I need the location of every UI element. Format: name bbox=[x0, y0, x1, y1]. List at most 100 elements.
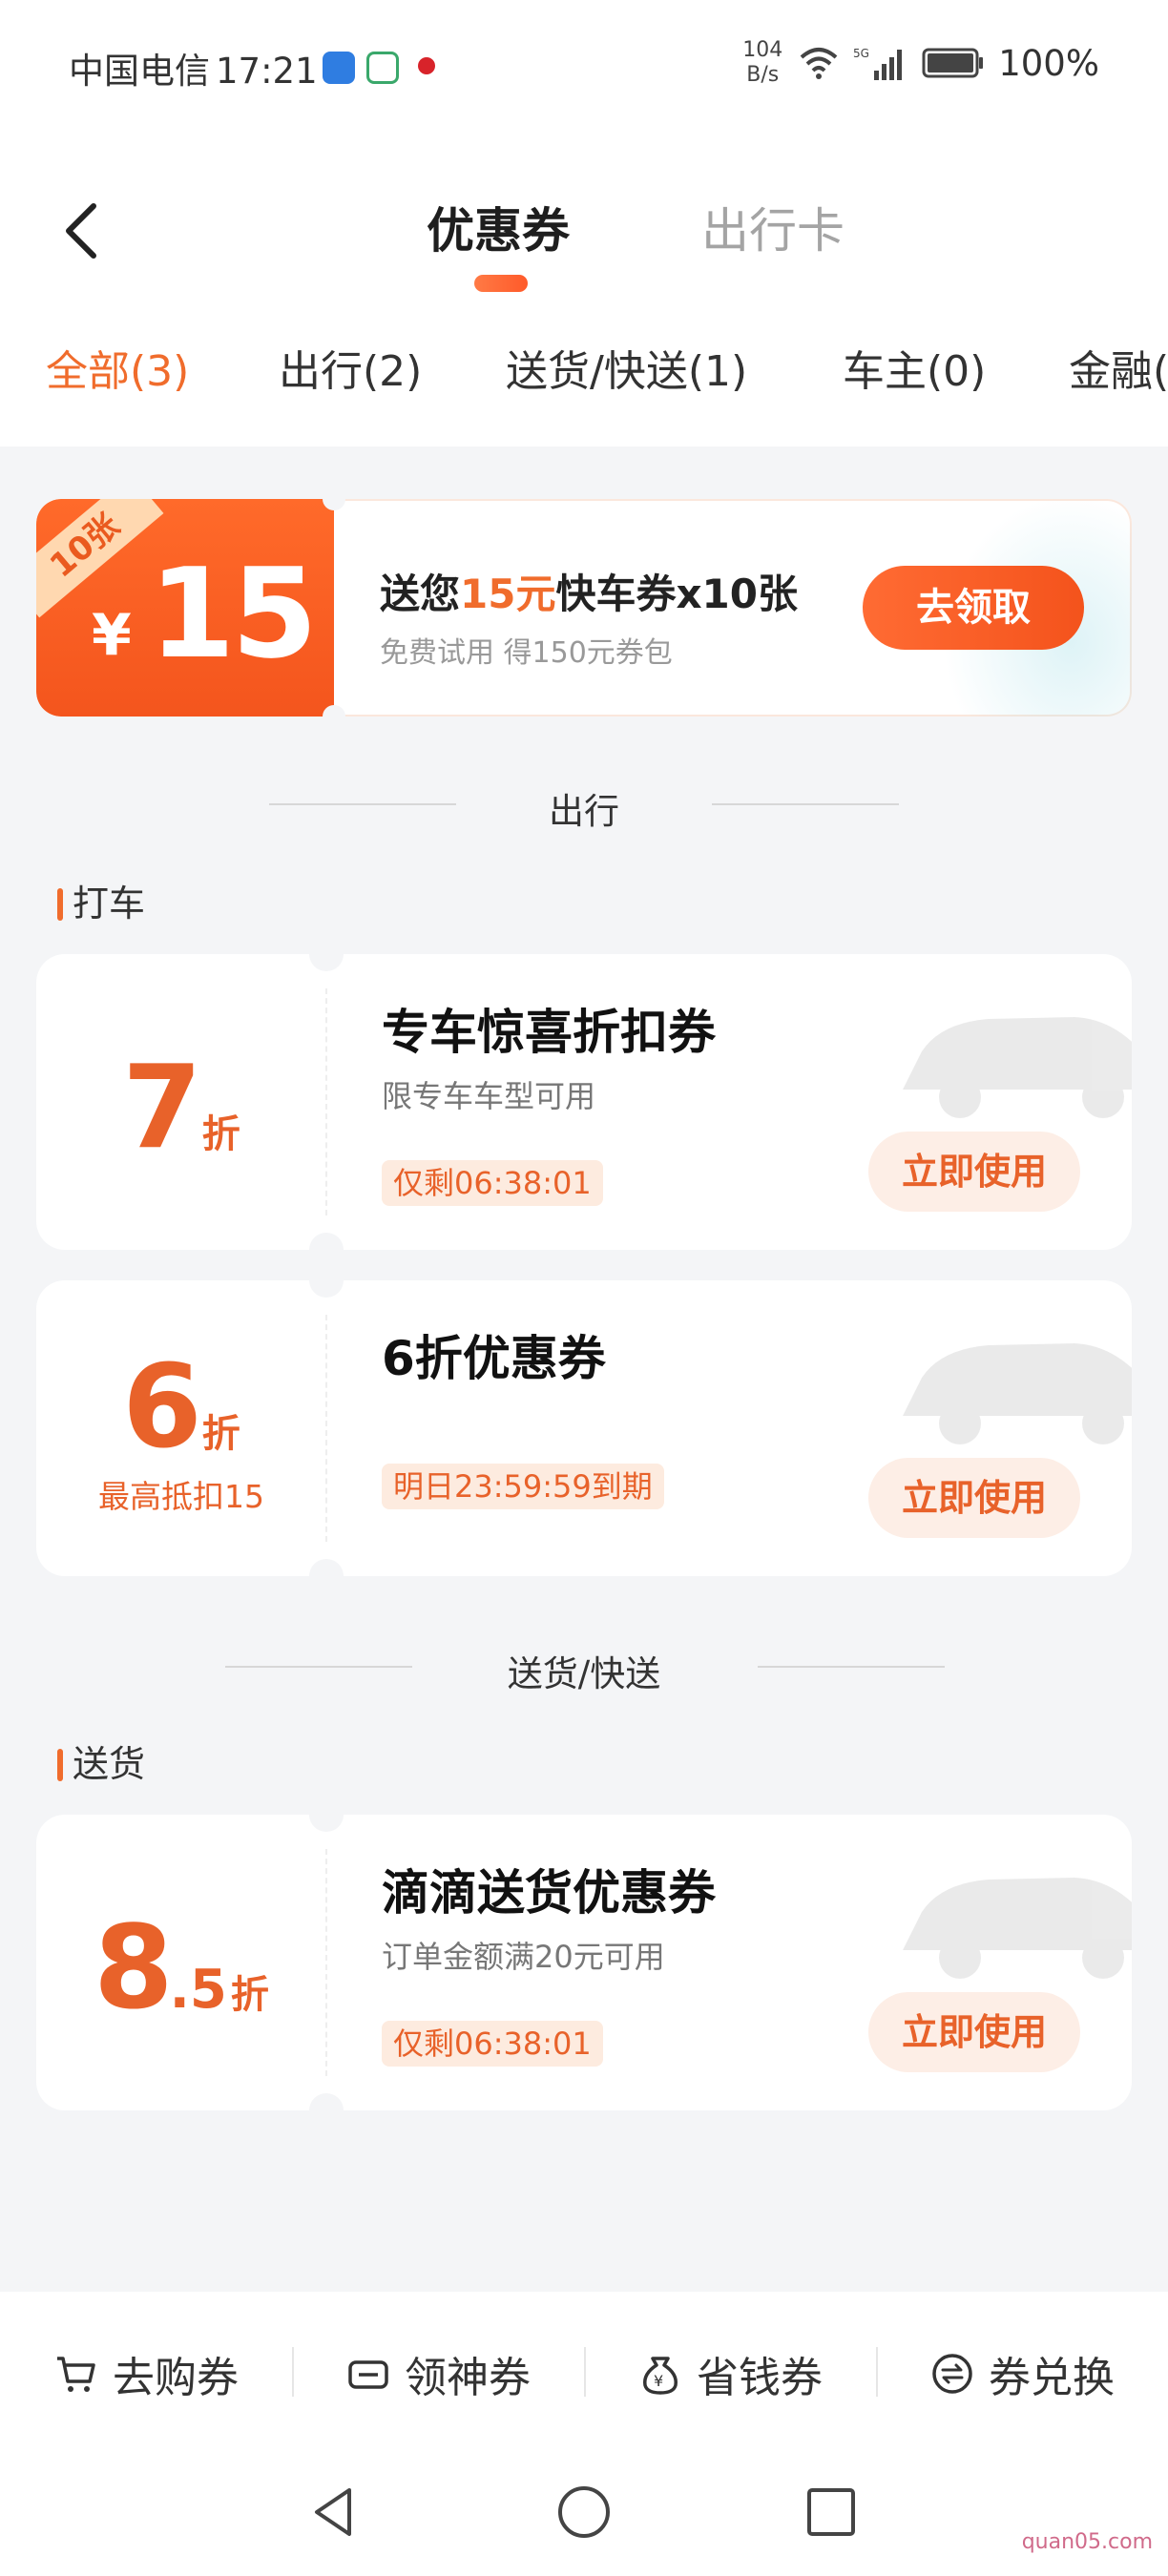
battery-icon bbox=[922, 48, 984, 78]
coupon-discount: 6折 bbox=[36, 1341, 326, 1474]
header: 优惠券 出行卡 bbox=[0, 172, 1168, 305]
notification-home-icon bbox=[366, 52, 399, 84]
coupon-max-deduction: 最高抵扣15 bbox=[98, 1478, 264, 1515]
use-now-button[interactable]: 立即使用 bbox=[868, 1458, 1080, 1538]
carrier-name: 中国电信 bbox=[69, 51, 210, 92]
exchange-icon bbox=[932, 2354, 972, 2394]
recents-nav-icon[interactable] bbox=[798, 2479, 865, 2545]
coupon-card[interactable]: 7折 专车惊喜折扣券 限专车车型可用 仅剩06:38:01 立即使用 bbox=[36, 954, 1132, 1250]
subheader-label: 送货 bbox=[73, 1743, 146, 1785]
category-tab-travel[interactable]: 出行(2) bbox=[279, 337, 422, 398]
network-speed-unit: B/s bbox=[746, 63, 780, 87]
coupon-card[interactable]: 6折 最高抵扣15 6折优惠券 明日23:59:59到期 立即使用 bbox=[36, 1280, 1132, 1576]
bottom-item-label: 去购券 bbox=[113, 2354, 239, 2402]
coupon-description: 限专车车型可用 bbox=[382, 1078, 596, 1114]
use-now-button[interactable]: 立即使用 bbox=[868, 1132, 1080, 1212]
coupon-card[interactable]: 8.5 折 滴滴送货优惠券 订单金额满20元可用 仅剩06:38:01 立即使用 bbox=[36, 1815, 1132, 2110]
coupon-notch bbox=[309, 1280, 344, 1298]
subheader-delivery: 送货 bbox=[57, 1735, 145, 1787]
status-app-icons bbox=[323, 52, 443, 84]
site-watermark: quan05.com bbox=[1021, 2530, 1153, 2554]
get-super-coupons-button[interactable]: 领神券 bbox=[345, 2343, 531, 2404]
coupon-notch bbox=[309, 2093, 344, 2110]
promo-amount: 15 bbox=[149, 541, 318, 686]
coupon-expiry-tag: 仅剩06:38:01 bbox=[382, 1160, 603, 1206]
coupon-discount: 8.5 折 bbox=[36, 1902, 326, 2035]
save-money-coupons-button[interactable]: ¥ 省钱券 bbox=[637, 2343, 823, 2404]
status-bar: 中国电信 17:21 104 B/s 5G 100% bbox=[0, 0, 1168, 134]
bottom-item-label: 领神券 bbox=[405, 2354, 531, 2402]
coupon-notch bbox=[309, 1815, 344, 1832]
bottom-item-label: 省钱券 bbox=[697, 2354, 823, 2402]
network-speed: 104 B/s bbox=[740, 38, 784, 88]
signal-icon: 5G bbox=[853, 47, 903, 80]
promo-currency: ¥ bbox=[92, 602, 132, 669]
coupon-discount: 7折 bbox=[36, 1042, 326, 1174]
car-watermark-icon bbox=[903, 1343, 1132, 1444]
promo-value-panel: 10张 ¥ 15 bbox=[36, 499, 334, 717]
coupon-notch bbox=[309, 1233, 344, 1250]
discount-unit: 折 bbox=[201, 1112, 240, 1156]
car-watermark-icon bbox=[903, 1878, 1132, 1979]
promo-title: 送您15元快车券x10张 bbox=[380, 562, 798, 620]
tab-coupons[interactable]: 优惠券 bbox=[427, 193, 570, 261]
section-title: 出行 bbox=[549, 791, 619, 832]
promo-title-prefix: 送您 bbox=[380, 571, 461, 617]
back-arrow-icon[interactable] bbox=[59, 200, 103, 261]
promo-title-suffix: 快车券x10张 bbox=[555, 571, 799, 617]
subheader-label: 打车 bbox=[73, 883, 146, 924]
category-tab-all[interactable]: 全部(3) bbox=[46, 337, 189, 398]
subheader-bar bbox=[57, 888, 63, 921]
car-watermark-icon bbox=[903, 1017, 1132, 1118]
subheader-taxi: 打车 bbox=[57, 874, 145, 926]
wifi-icon bbox=[800, 48, 838, 79]
bottom-item-label: 券兑换 bbox=[989, 2354, 1115, 2402]
promo-ribbon: 10张 bbox=[36, 499, 164, 618]
network-speed-value: 104 bbox=[742, 38, 783, 62]
discount-value: 7 bbox=[122, 1042, 201, 1174]
coupon-expiry-tag: 明日23:59:59到期 bbox=[382, 1464, 664, 1509]
redeem-coupon-button[interactable]: 券兑换 bbox=[929, 2343, 1115, 2404]
promo-subtitle: 免费试用 得150元券包 bbox=[380, 636, 673, 670]
discount-unit: 折 bbox=[230, 1973, 269, 2017]
promo-banner[interactable]: 10张 ¥ 15 送您15元快车券x10张 免费试用 得150元券包 去领取 bbox=[36, 499, 1132, 717]
bottom-action-bar: 去购券 领神券 ¥ 省钱券 券兑换 bbox=[0, 2292, 1168, 2456]
discount-unit: 折 bbox=[201, 1412, 240, 1456]
divider-line bbox=[758, 1666, 945, 1668]
divider-line bbox=[712, 803, 899, 805]
discount-value: 8 bbox=[94, 1902, 173, 2035]
category-tab-car-owner[interactable]: 车主(0) bbox=[843, 337, 986, 398]
svg-text:5G: 5G bbox=[853, 47, 869, 60]
notification-record-icon bbox=[410, 52, 443, 84]
tab-travel-card[interactable]: 出行卡 bbox=[701, 193, 845, 261]
home-nav-icon[interactable] bbox=[551, 2479, 617, 2545]
category-tab-delivery[interactable]: 送货/快送(1) bbox=[506, 337, 747, 398]
claim-button[interactable]: 去领取 bbox=[863, 566, 1084, 650]
coupon-notch bbox=[309, 954, 344, 971]
category-tab-finance[interactable]: 金融( bbox=[1069, 337, 1168, 398]
svg-text:¥: ¥ bbox=[654, 2372, 663, 2390]
coupon-title: 6折优惠券 bbox=[382, 1331, 606, 1386]
money-bag-icon: ¥ bbox=[643, 2357, 678, 2395]
category-tabs: 全部(3) 出行(2) 送货/快送(1) 车主(0) 金融( bbox=[0, 329, 1168, 405]
battery-percent: 100% bbox=[998, 42, 1099, 84]
back-nav-icon[interactable] bbox=[302, 2479, 368, 2545]
buy-coupons-button[interactable]: 去购券 bbox=[53, 2343, 239, 2404]
separator bbox=[292, 2347, 294, 2397]
status-time: 17:21 bbox=[216, 51, 318, 92]
notification-app-icon bbox=[323, 52, 355, 84]
use-now-button[interactable]: 立即使用 bbox=[868, 1992, 1080, 2072]
discount-decimal: .5 bbox=[169, 1959, 227, 2021]
coupon-notch bbox=[309, 1559, 344, 1576]
ticket-icon bbox=[348, 2360, 388, 2389]
coupon-expiry-tag: 仅剩06:38:01 bbox=[382, 2021, 603, 2067]
discount-value: 6 bbox=[122, 1341, 201, 1474]
coupon-title: 滴滴送货优惠券 bbox=[382, 1865, 716, 1921]
separator bbox=[876, 2347, 878, 2397]
status-indicators: 104 B/s 5G 100% bbox=[740, 38, 1099, 88]
section-divider-travel: 出行 bbox=[0, 775, 1168, 832]
section-divider-delivery: 送货/快送 bbox=[0, 1637, 1168, 1694]
subheader-bar bbox=[57, 1749, 63, 1781]
promo-notch bbox=[323, 705, 345, 717]
coupon-title: 专车惊喜折扣券 bbox=[382, 1005, 716, 1060]
